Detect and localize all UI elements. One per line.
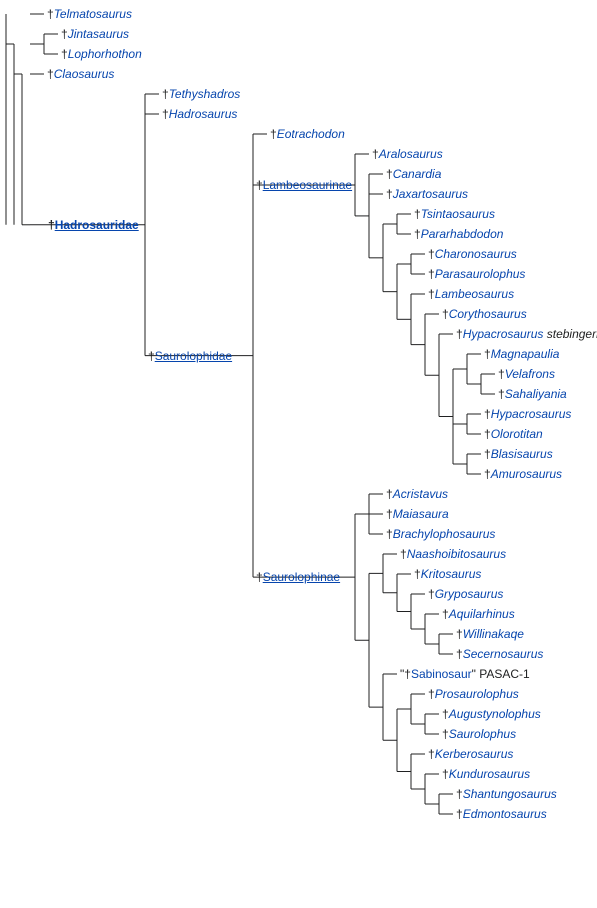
- taxon-amurosaurus: †Amurosaurus: [484, 467, 562, 481]
- taxon-kritosaurus: †Kritosaurus: [414, 567, 481, 581]
- taxon-saurolophidae-link[interactable]: Saurolophidae: [155, 349, 232, 363]
- taxon-aralosaurus: †Aralosaurus: [372, 147, 443, 161]
- taxon-charonosaurus: †Charonosaurus: [428, 247, 517, 261]
- taxon-prosaurolophus-link[interactable]: Prosaurolophus: [435, 687, 519, 701]
- taxon-brachylophosaurus: †Brachylophosaurus: [386, 527, 495, 541]
- cladogram: †Telmatosaurus †Jintasaurus †Lophorhothon †…: [0, 4, 597, 844]
- taxon-eotrachodon-link[interactable]: Eotrachodon: [277, 127, 345, 141]
- taxon-kundurosaurus-link[interactable]: Kundurosaurus: [449, 767, 530, 781]
- taxon-sahaliyania: †Sahaliyania: [498, 387, 567, 401]
- taxon-hadrosauridae: †Hadrosauridae: [48, 218, 139, 232]
- taxon-claosaurus-link[interactable]: Claosaurus: [54, 67, 115, 81]
- taxon-tsintaosaurus: †Tsintaosaurus: [414, 207, 495, 221]
- taxon-hadrosaurus-link[interactable]: Hadrosaurus: [169, 107, 238, 121]
- taxon-jaxartosaurus-link[interactable]: Jaxartosaurus: [393, 187, 468, 201]
- taxon-pararhabdodon: †Pararhabdodon: [414, 227, 503, 241]
- taxon-jintasaurus-link[interactable]: Jintasaurus: [68, 27, 129, 41]
- taxon-maiasaura: †Maiasaura: [386, 507, 449, 521]
- taxon-tethyshadros-link[interactable]: Tethyshadros: [169, 87, 241, 101]
- taxon-saurolophinae-link[interactable]: Saurolophinae: [263, 570, 340, 584]
- taxon-lambeosaurus: †Lambeosaurus: [428, 287, 514, 301]
- taxon-hypacrosaurus: †Hypacrosaurus: [484, 407, 571, 421]
- taxon-naashoibitosaurus: †Naashoibitosaurus: [400, 547, 506, 561]
- taxon-eotrachodon: †Eotrachodon: [270, 127, 345, 141]
- taxon-willinakaqe: †Willinakaqe: [456, 627, 524, 641]
- taxon-blasisaurus-link[interactable]: Blasisaurus: [491, 447, 553, 461]
- taxon-aquilarhinus: †Aquilarhinus: [442, 607, 515, 621]
- taxon-hypacrosaurus-link[interactable]: Hypacrosaurus: [491, 407, 572, 421]
- taxon-naashoibitosaurus-link[interactable]: Naashoibitosaurus: [407, 547, 506, 561]
- taxon-willinakaqe-link[interactable]: Willinakaqe: [463, 627, 524, 641]
- taxon-saurolophus-link[interactable]: Saurolophus: [449, 727, 516, 741]
- taxon-corythosaurus-link[interactable]: Corythosaurus: [449, 307, 527, 321]
- taxon-augustynolophus-link[interactable]: Augustynolophus: [449, 707, 541, 721]
- taxon-blasisaurus: †Blasisaurus: [484, 447, 553, 461]
- taxon-saurolophinae: †Saurolophinae: [256, 570, 340, 584]
- taxon-pararhabdodon-link[interactable]: Pararhabdodon: [421, 227, 504, 241]
- taxon-edmontosaurus-link[interactable]: Edmontosaurus: [463, 807, 547, 821]
- taxon-canardia-link[interactable]: Canardia: [393, 167, 442, 181]
- taxon-parasaurolophus-link[interactable]: Parasaurolophus: [435, 267, 526, 281]
- taxon-lambeosaurus-link[interactable]: Lambeosaurus: [435, 287, 514, 301]
- taxon-aralosaurus-link[interactable]: Aralosaurus: [379, 147, 443, 161]
- taxon-secernosaurus-link[interactable]: Secernosaurus: [463, 647, 544, 661]
- taxon-lambeosaurinae-link[interactable]: Lambeosaurinae: [263, 178, 352, 192]
- taxon-augustynolophus: †Augustynolophus: [442, 707, 541, 721]
- taxon-acristavus: †Acristavus: [386, 487, 448, 501]
- taxon-kundurosaurus: †Kundurosaurus: [442, 767, 530, 781]
- taxon-telmatosaurus-link[interactable]: Telmatosaurus: [54, 7, 132, 21]
- taxon-lambeosaurinae: †Lambeosaurinae: [256, 178, 352, 192]
- taxon-kerberosaurus: †Kerberosaurus: [428, 747, 513, 761]
- taxon-acristavus-link[interactable]: Acristavus: [393, 487, 448, 501]
- taxon-amurosaurus-link[interactable]: Amurosaurus: [491, 467, 562, 481]
- taxon-olorotitan-link[interactable]: Olorotitan: [491, 427, 543, 441]
- taxon-saurolophus: †Saurolophus: [442, 727, 516, 741]
- taxon-hadrosauridae-link[interactable]: Hadrosauridae: [55, 218, 139, 232]
- taxon-velafrons: †Velafrons: [498, 367, 555, 381]
- taxon-gryposaurus-link[interactable]: Gryposaurus: [435, 587, 504, 601]
- taxon-hypacrosaurus-stebingeri-link[interactable]: Hypacrosaurus: [463, 327, 544, 341]
- taxon-kerberosaurus-link[interactable]: Kerberosaurus: [435, 747, 514, 761]
- taxon-sahaliyania-link[interactable]: Sahaliyania: [505, 387, 567, 401]
- taxon-parasaurolophus: †Parasaurolophus: [428, 267, 525, 281]
- taxon-tethyshadros: †Tethyshadros: [162, 87, 240, 101]
- taxon-claosaurus: †Claosaurus: [47, 67, 114, 81]
- taxon-charonosaurus-link[interactable]: Charonosaurus: [435, 247, 517, 261]
- taxon-hadrosaurus: †Hadrosaurus: [162, 107, 237, 121]
- taxon-sabinosaur-link[interactable]: Sabinosaur: [411, 667, 472, 681]
- taxon-aquilarhinus-link[interactable]: Aquilarhinus: [449, 607, 515, 621]
- taxon-jaxartosaurus: †Jaxartosaurus: [386, 187, 468, 201]
- taxon-magnapaulia-link[interactable]: Magnapaulia: [491, 347, 560, 361]
- taxon-shantungosaurus: †Shantungosaurus: [456, 787, 557, 801]
- taxon-hypacrosaurus-stebingeri: †Hypacrosaurus stebingeri: [456, 327, 597, 341]
- taxon-olorotitan: †Olorotitan: [484, 427, 543, 441]
- taxon-canardia: †Canardia: [386, 167, 441, 181]
- taxon-saurolophidae: †Saurolophidae: [148, 349, 232, 363]
- taxon-magnapaulia: †Magnapaulia: [484, 347, 559, 361]
- taxon-lophorhothon-link[interactable]: Lophorhothon: [68, 47, 142, 61]
- taxon-sabinosaur: "†Sabinosaur" PASAC-1: [400, 667, 530, 681]
- taxon-corythosaurus: †Corythosaurus: [442, 307, 527, 321]
- taxon-brachylophosaurus-link[interactable]: Brachylophosaurus: [393, 527, 496, 541]
- taxon-edmontosaurus: †Edmontosaurus: [456, 807, 547, 821]
- taxon-gryposaurus: †Gryposaurus: [428, 587, 503, 601]
- species-epithet: stebingeri: [547, 327, 597, 341]
- sabinosaur-prefix: "†: [400, 667, 411, 681]
- taxon-velafrons-link[interactable]: Velafrons: [505, 367, 555, 381]
- taxon-lophorhothon: †Lophorhothon: [61, 47, 142, 61]
- taxon-prosaurolophus: †Prosaurolophus: [428, 687, 519, 701]
- taxon-kritosaurus-link[interactable]: Kritosaurus: [421, 567, 482, 581]
- taxon-telmatosaurus: †Telmatosaurus: [47, 7, 132, 21]
- taxon-shantungosaurus-link[interactable]: Shantungosaurus: [463, 787, 557, 801]
- sabinosaur-suffix: " PASAC-1: [472, 667, 530, 681]
- taxon-tsintaosaurus-link[interactable]: Tsintaosaurus: [421, 207, 495, 221]
- taxon-jintasaurus: †Jintasaurus: [61, 27, 129, 41]
- taxon-maiasaura-link[interactable]: Maiasaura: [393, 507, 449, 521]
- taxon-secernosaurus: †Secernosaurus: [456, 647, 543, 661]
